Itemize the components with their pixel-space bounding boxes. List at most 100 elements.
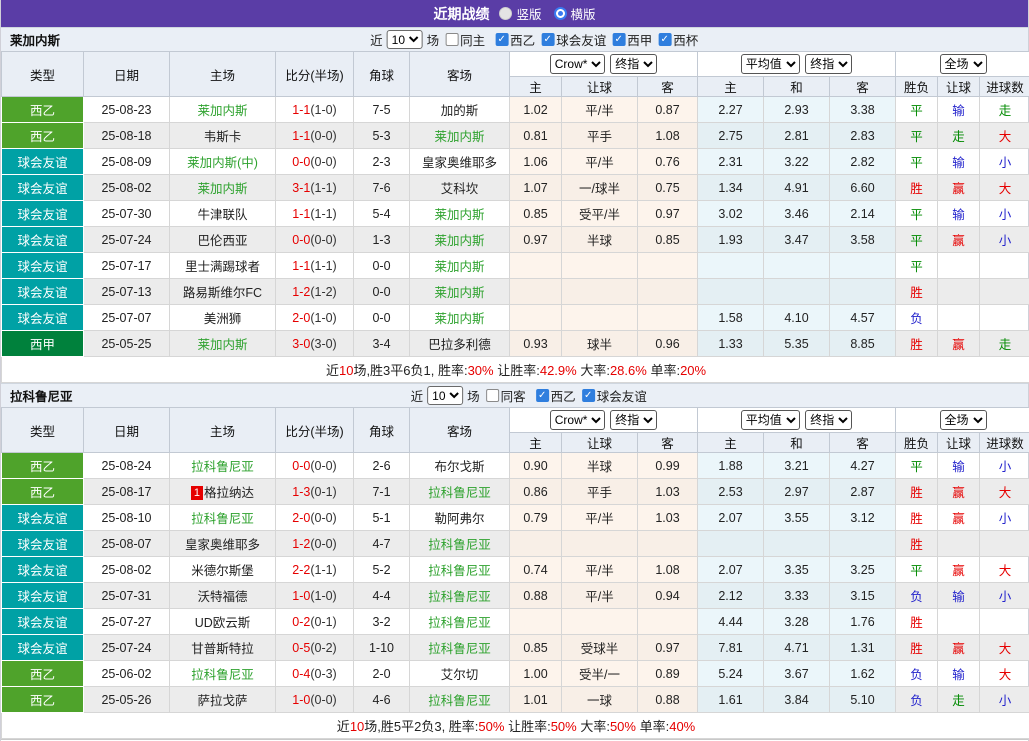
match-date: 25-08-23	[84, 97, 170, 123]
match-row: 球会友谊 25-07-30 牛津联队 1-1(1-1) 5-4 莱加内斯 0.8…	[2, 201, 1029, 227]
result-handicap: 输	[938, 149, 980, 175]
result-goals: 小	[980, 505, 1029, 531]
result-handicap	[938, 253, 980, 279]
odds-away: 0.85	[638, 227, 698, 253]
odds-away: 0.96	[638, 331, 698, 357]
match-row: 球会友谊 25-08-07 皇家奥维耶多 1-2(0-0) 4-7 拉科鲁尼亚 …	[2, 531, 1029, 557]
corner-score: 3-2	[354, 609, 410, 635]
odds-away	[638, 279, 698, 305]
avg-away	[830, 253, 896, 279]
checkbox-label: 同客	[501, 386, 526, 405]
odds-home: 0.88	[510, 583, 562, 609]
match-type-badge: 球会友谊	[2, 149, 84, 175]
league-filter-checkbox[interactable]: 西杯	[658, 30, 698, 49]
filter-games-label: 场	[427, 30, 440, 49]
result-handicap: 赢	[938, 505, 980, 531]
avg-home: 1.34	[698, 175, 764, 201]
home-team: 牛津联队	[170, 201, 276, 227]
away-team: 加的斯	[410, 97, 510, 123]
avg-draw	[764, 531, 830, 557]
filter-near-label: 近	[411, 386, 424, 405]
odds-home: 0.90	[510, 453, 562, 479]
fulltime-score: 1-0	[292, 693, 310, 707]
league-filter-checkbox[interactable]: 西乙	[495, 30, 535, 49]
odds-source-select[interactable]: Crow*	[550, 410, 605, 430]
result-handicap: 走	[938, 687, 980, 713]
league-filter-checkbox[interactable]: 西乙	[536, 386, 576, 405]
scope-select[interactable]: 全场	[940, 410, 987, 430]
sub-col-goals-result: 进球数	[980, 77, 1029, 97]
avg-away: 8.85	[830, 331, 896, 357]
match-score: 1-0(1-0)	[276, 583, 354, 609]
odds-home	[510, 253, 562, 279]
view-mode-radio[interactable]: 竖版	[499, 4, 541, 23]
result-goals: 小	[980, 687, 1029, 713]
avg-home: 2.07	[698, 505, 764, 531]
checkbox-icon	[495, 33, 508, 46]
result-handicap: 赢	[938, 175, 980, 201]
view-mode-radio[interactable]: 横版	[554, 4, 596, 23]
league-filter-checkbox[interactable]: 西甲	[612, 30, 652, 49]
view-mode-radios: 竖版 横版	[499, 4, 595, 23]
avg-stage-select[interactable]: 终指	[805, 410, 852, 430]
avg-draw: 3.67	[764, 661, 830, 687]
halftime-score: (0-3)	[310, 667, 336, 681]
league-filter-checkbox[interactable]: 同客	[486, 386, 526, 405]
avg-source-select[interactable]: 平均值	[741, 54, 800, 74]
match-type-badge: 球会友谊	[2, 279, 84, 305]
corner-score: 5-3	[354, 123, 410, 149]
away-team: 莱加内斯	[410, 123, 510, 149]
match-date: 25-07-30	[84, 201, 170, 227]
home-team: 巴伦西亚	[170, 227, 276, 253]
recent-results-page: 近期战绩 竖版 横版 莱加内斯 近 10 场 同主 西乙 球会友谊 西甲	[0, 0, 1029, 741]
checkbox-label: 西杯	[673, 30, 698, 49]
avg-home: 1.93	[698, 227, 764, 253]
league-filter-checkbox[interactable]: 同主	[445, 30, 485, 49]
corner-score: 5-1	[354, 505, 410, 531]
away-team: 拉科鲁尼亚	[410, 479, 510, 505]
match-row: 西乙 25-06-02 拉科鲁尼亚 0-4(0-3) 2-0 艾尔切 1.00 …	[2, 661, 1029, 687]
sub-col-avg-draw: 和	[764, 77, 830, 97]
odds-away: 1.03	[638, 505, 698, 531]
match-score: 0-4(0-3)	[276, 661, 354, 687]
halftime-score: (1-0)	[310, 103, 336, 117]
odds-source-select[interactable]: Crow*	[550, 54, 605, 74]
home-team: 路易斯维尔FC	[170, 279, 276, 305]
result-handicap: 输	[938, 583, 980, 609]
odds-away	[638, 253, 698, 279]
away-team: 莱加内斯	[410, 201, 510, 227]
odds-stage-select[interactable]: 终指	[610, 54, 657, 74]
match-date: 25-05-26	[84, 687, 170, 713]
avg-away: 4.57	[830, 305, 896, 331]
match-date: 25-08-17	[84, 479, 170, 505]
odds-stage-select[interactable]: 终指	[610, 410, 657, 430]
page-title: 近期战绩	[433, 4, 489, 24]
league-filter-checkbox[interactable]: 球会友谊	[541, 30, 606, 49]
odds-handicap: 平/半	[562, 149, 638, 175]
result-goals: 小	[980, 149, 1029, 175]
avg-stage-select[interactable]: 终指	[805, 54, 852, 74]
result-handicap: 输	[938, 453, 980, 479]
team-name: 拉科鲁尼亚	[1, 386, 73, 405]
match-date: 25-07-31	[84, 583, 170, 609]
match-date: 25-08-10	[84, 505, 170, 531]
results-table: 类型 日期 主场 比分(半场) 角球 客场 Crow* 终指 平均值 终指	[1, 51, 1029, 383]
corner-score: 4-4	[354, 583, 410, 609]
result-handicap	[938, 305, 980, 331]
filter-checkbox-group: 同客 西乙 球会友谊	[484, 386, 647, 405]
match-row: 球会友谊 25-07-24 甘普斯特拉 0-5(0-2) 1-10 拉科鲁尼亚 …	[2, 635, 1029, 661]
away-team: 莱加内斯	[410, 305, 510, 331]
league-filter-checkbox[interactable]: 球会友谊	[582, 386, 647, 405]
fulltime-score: 0-0	[292, 233, 310, 247]
odds-away	[638, 609, 698, 635]
corner-score: 1-3	[354, 227, 410, 253]
avg-draw: 2.97	[764, 479, 830, 505]
match-count-select[interactable]: 10	[427, 386, 463, 405]
match-count-select[interactable]: 10	[387, 30, 423, 49]
match-type-badge: 球会友谊	[2, 583, 84, 609]
match-row: 球会友谊 25-07-07 美洲狮 2-0(1-0) 0-0 莱加内斯 1.58…	[2, 305, 1029, 331]
sub-col-odds-away: 客	[638, 433, 698, 453]
match-date: 25-05-25	[84, 331, 170, 357]
avg-source-select[interactable]: 平均值	[741, 410, 800, 430]
scope-select[interactable]: 全场	[940, 54, 987, 74]
